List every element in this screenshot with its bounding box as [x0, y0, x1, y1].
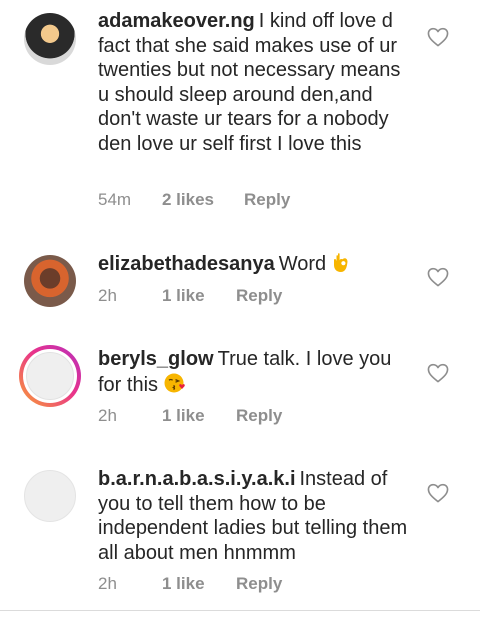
comment-meta: 2h 1 like Reply: [98, 286, 282, 306]
avatar-story-ring[interactable]: [19, 345, 81, 407]
comment-meta: 2h 1 like Reply: [98, 406, 282, 426]
avatar[interactable]: [24, 255, 76, 307]
comment-meta: 54m 2 likes Reply: [98, 190, 290, 210]
divider: [0, 610, 480, 611]
comment-time: 2h: [98, 286, 117, 305]
heart-outline-icon[interactable]: [427, 267, 449, 287]
heart-outline-icon[interactable]: [427, 27, 449, 47]
avatar: [26, 352, 74, 400]
comment-body: elizabethadesanya Word: [98, 251, 408, 277]
comment-body: beryls_glow True talk. I love you for thi…: [98, 347, 408, 397]
comment-username[interactable]: elizabethadesanya: [98, 253, 275, 275]
comment-username[interactable]: beryls_glow: [98, 348, 214, 370]
avatar-ring-inner: [23, 349, 77, 403]
comment-body: adamakeover.ng I kind off love d fact tha…: [98, 9, 408, 156]
comment-time: 2h: [98, 406, 117, 425]
reply-button[interactable]: Reply: [236, 574, 282, 594]
comment-likes[interactable]: 1 like: [162, 574, 236, 594]
comment-body: b.a.r.n.a.b.a.s.i.y.a.k.i Instead of you …: [98, 467, 408, 565]
reply-button[interactable]: Reply: [244, 190, 290, 210]
comment-time: 54m: [98, 190, 132, 209]
comment-likes[interactable]: 1 like: [162, 286, 236, 306]
comment-username[interactable]: adamakeover.ng: [98, 10, 255, 32]
comment-likes[interactable]: 1 like: [162, 406, 236, 426]
comment-text: Word: [278, 253, 327, 275]
avatar[interactable]: [24, 13, 76, 65]
heart-outline-icon[interactable]: [427, 483, 449, 503]
reply-button[interactable]: Reply: [236, 406, 282, 426]
comment-time: 2h: [98, 574, 117, 593]
comment-meta: 2h 1 like Reply: [98, 574, 282, 594]
ok-hand-emoji: [334, 253, 348, 272]
kissing-heart-emoji: [164, 373, 185, 392]
avatar[interactable]: [24, 470, 76, 522]
heart-outline-icon[interactable]: [427, 363, 449, 383]
reply-button[interactable]: Reply: [236, 286, 282, 306]
comment-likes[interactable]: 2 likes: [162, 190, 244, 210]
comment-username[interactable]: b.a.r.n.a.b.a.s.i.y.a.k.i: [98, 468, 296, 490]
